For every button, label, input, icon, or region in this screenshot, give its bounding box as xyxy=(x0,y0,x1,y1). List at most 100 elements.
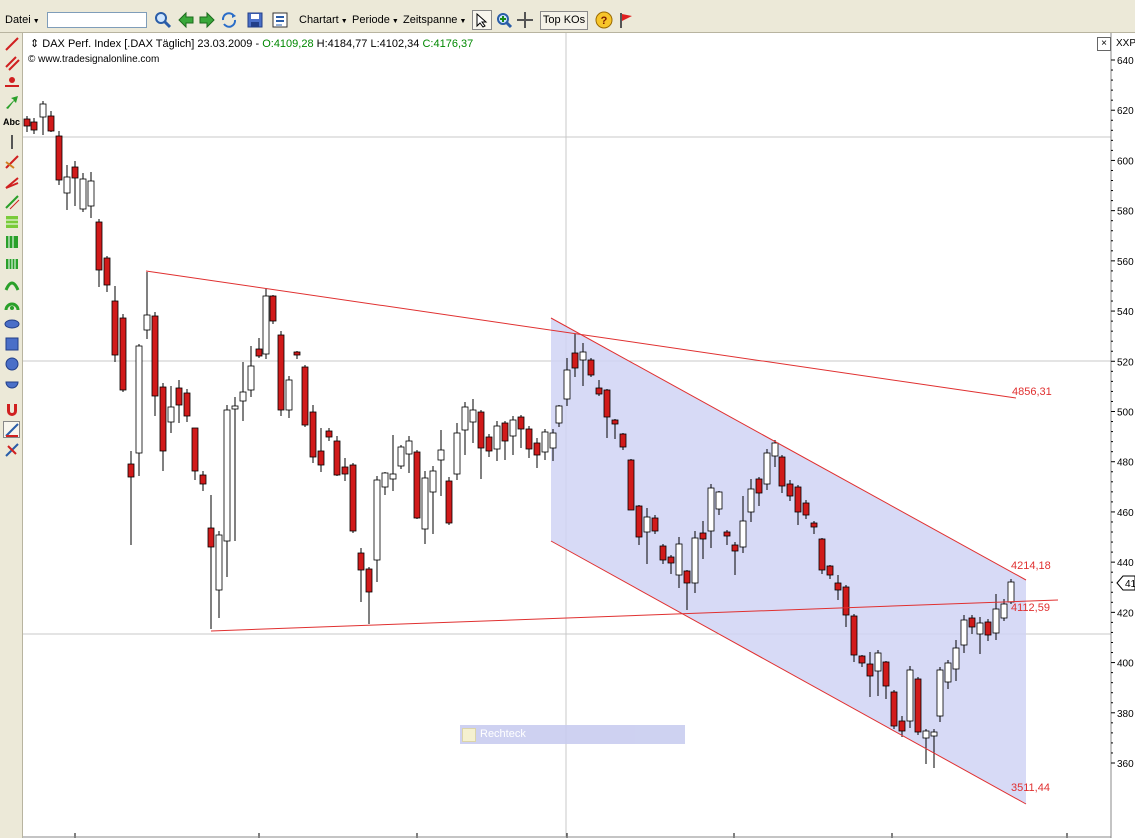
price-tick-label: 620 xyxy=(1117,106,1134,117)
refresh-icon[interactable] xyxy=(219,10,239,30)
candle-body xyxy=(159,386,167,452)
candle-body xyxy=(898,720,906,732)
candle-body xyxy=(715,491,723,510)
candle-body xyxy=(571,352,579,369)
rectangle-tool-icon[interactable] xyxy=(3,335,20,352)
horizontal-line-tool-icon[interactable] xyxy=(3,73,20,90)
wave-tool-icon[interactable] xyxy=(3,233,20,250)
gann-tool-icon[interactable] xyxy=(3,275,20,292)
help-icon[interactable]: ? xyxy=(594,10,614,30)
candle-body xyxy=(215,534,223,591)
search-icon[interactable] xyxy=(153,10,173,30)
line-tool-icon[interactable] xyxy=(3,35,20,52)
save-icon[interactable] xyxy=(245,10,265,30)
delete-drawings-tool-icon[interactable] xyxy=(3,441,20,458)
circle-tool-icon[interactable] xyxy=(3,355,20,372)
file-menu[interactable]: Datei ▼ xyxy=(5,9,40,31)
candle-body xyxy=(541,431,549,453)
candle-body xyxy=(333,440,341,476)
candle-body xyxy=(691,537,699,584)
flag-icon[interactable] xyxy=(616,10,636,30)
candle-body xyxy=(501,422,509,442)
candle-body xyxy=(39,103,47,118)
timespan-menu[interactable]: Zeitspanne ▼ xyxy=(403,9,466,31)
price-tick-label: 420 xyxy=(1117,608,1134,619)
symbol-search-input[interactable] xyxy=(47,12,147,28)
candle-body xyxy=(95,221,103,271)
chart-area[interactable]: 640 620 600 580 560 540 520 500 480 460 440 420 400 3… xyxy=(23,33,1135,838)
candle-body xyxy=(739,520,747,548)
candle-body xyxy=(175,387,183,406)
candle-body xyxy=(247,365,255,391)
properties-icon[interactable] xyxy=(270,10,290,30)
candle-body xyxy=(405,440,413,455)
chart-type-menu[interactable]: Chartart ▼ xyxy=(299,9,348,31)
candle-body xyxy=(55,135,63,181)
candle-body xyxy=(858,655,866,664)
candle-body xyxy=(747,488,755,513)
back-arrow-icon[interactable] xyxy=(176,10,196,30)
candle-body xyxy=(667,556,675,564)
candle-body xyxy=(627,459,635,511)
candle-body xyxy=(413,451,421,519)
forward-arrow-icon[interactable] xyxy=(197,10,217,30)
candle-body xyxy=(429,470,437,493)
candle-body xyxy=(699,532,707,540)
candle-body xyxy=(675,543,683,576)
fibonacci-tool-icon[interactable] xyxy=(3,153,20,170)
candle-body xyxy=(635,505,643,538)
price-tick-label: 400 xyxy=(1117,659,1134,670)
cycle-tool-icon[interactable] xyxy=(3,255,20,272)
candle-body xyxy=(794,486,802,513)
arrow-tool-icon[interactable] xyxy=(3,93,20,110)
candle-body xyxy=(968,617,976,628)
candle-body xyxy=(381,472,389,488)
half-circle-tool-icon[interactable] xyxy=(3,375,20,392)
candle-body xyxy=(802,502,810,516)
top-kos-button[interactable]: Top KOs xyxy=(540,11,588,30)
crosshair-icon[interactable] xyxy=(515,10,535,30)
price-tick-label: 640 xyxy=(1117,56,1134,67)
candle-body xyxy=(549,432,557,449)
grid-tool-icon[interactable] xyxy=(3,213,20,230)
candle-body xyxy=(183,392,191,417)
candle-body xyxy=(866,663,874,677)
candle-body xyxy=(778,456,786,487)
candle-body xyxy=(79,178,87,210)
candle-body xyxy=(199,474,207,485)
period-menu[interactable]: Periode ▼ xyxy=(352,9,399,31)
candle-body xyxy=(469,409,477,423)
price-chart[interactable]: 640 620 600 580 560 540 520 500 480 460 440 420 400 3… xyxy=(23,33,1135,838)
vertical-line-tool-icon[interactable] xyxy=(3,133,20,150)
ellipse-tool-icon[interactable] xyxy=(3,315,20,332)
zoom-in-icon[interactable] xyxy=(494,10,514,30)
candle-body xyxy=(421,477,429,530)
text-tool-icon[interactable]: Abc xyxy=(3,113,20,130)
candle-body xyxy=(317,450,325,466)
candle-body xyxy=(277,334,285,411)
channel-tool-icon[interactable] xyxy=(3,193,20,210)
candle-body xyxy=(842,586,850,616)
candle-body xyxy=(922,730,930,739)
candle-body xyxy=(373,479,381,561)
price-tick-label: 480 xyxy=(1117,458,1134,469)
fan-tool-icon[interactable] xyxy=(3,173,20,190)
candle-body xyxy=(707,487,715,532)
candle-body xyxy=(325,430,333,438)
candle-body xyxy=(167,406,175,423)
parallel-lines-tool-icon[interactable] xyxy=(3,54,20,71)
candle-body xyxy=(143,314,151,331)
close-chart-button[interactable]: × xyxy=(1097,37,1111,51)
arc-tool-icon[interactable] xyxy=(3,295,20,312)
selected-drawing-tool-icon[interactable] xyxy=(3,421,20,438)
candle-body xyxy=(255,348,263,357)
candle-body xyxy=(191,427,199,472)
candle-body xyxy=(850,615,858,656)
pointer-icon[interactable] xyxy=(472,10,492,30)
channel-top-label: 4214,18 xyxy=(1011,560,1051,572)
candle-body xyxy=(301,366,309,426)
magnet-tool-icon[interactable] xyxy=(3,401,20,418)
candle-body xyxy=(771,442,779,457)
candle-body xyxy=(952,647,960,670)
last-price-label: 41 xyxy=(1125,579,1135,590)
